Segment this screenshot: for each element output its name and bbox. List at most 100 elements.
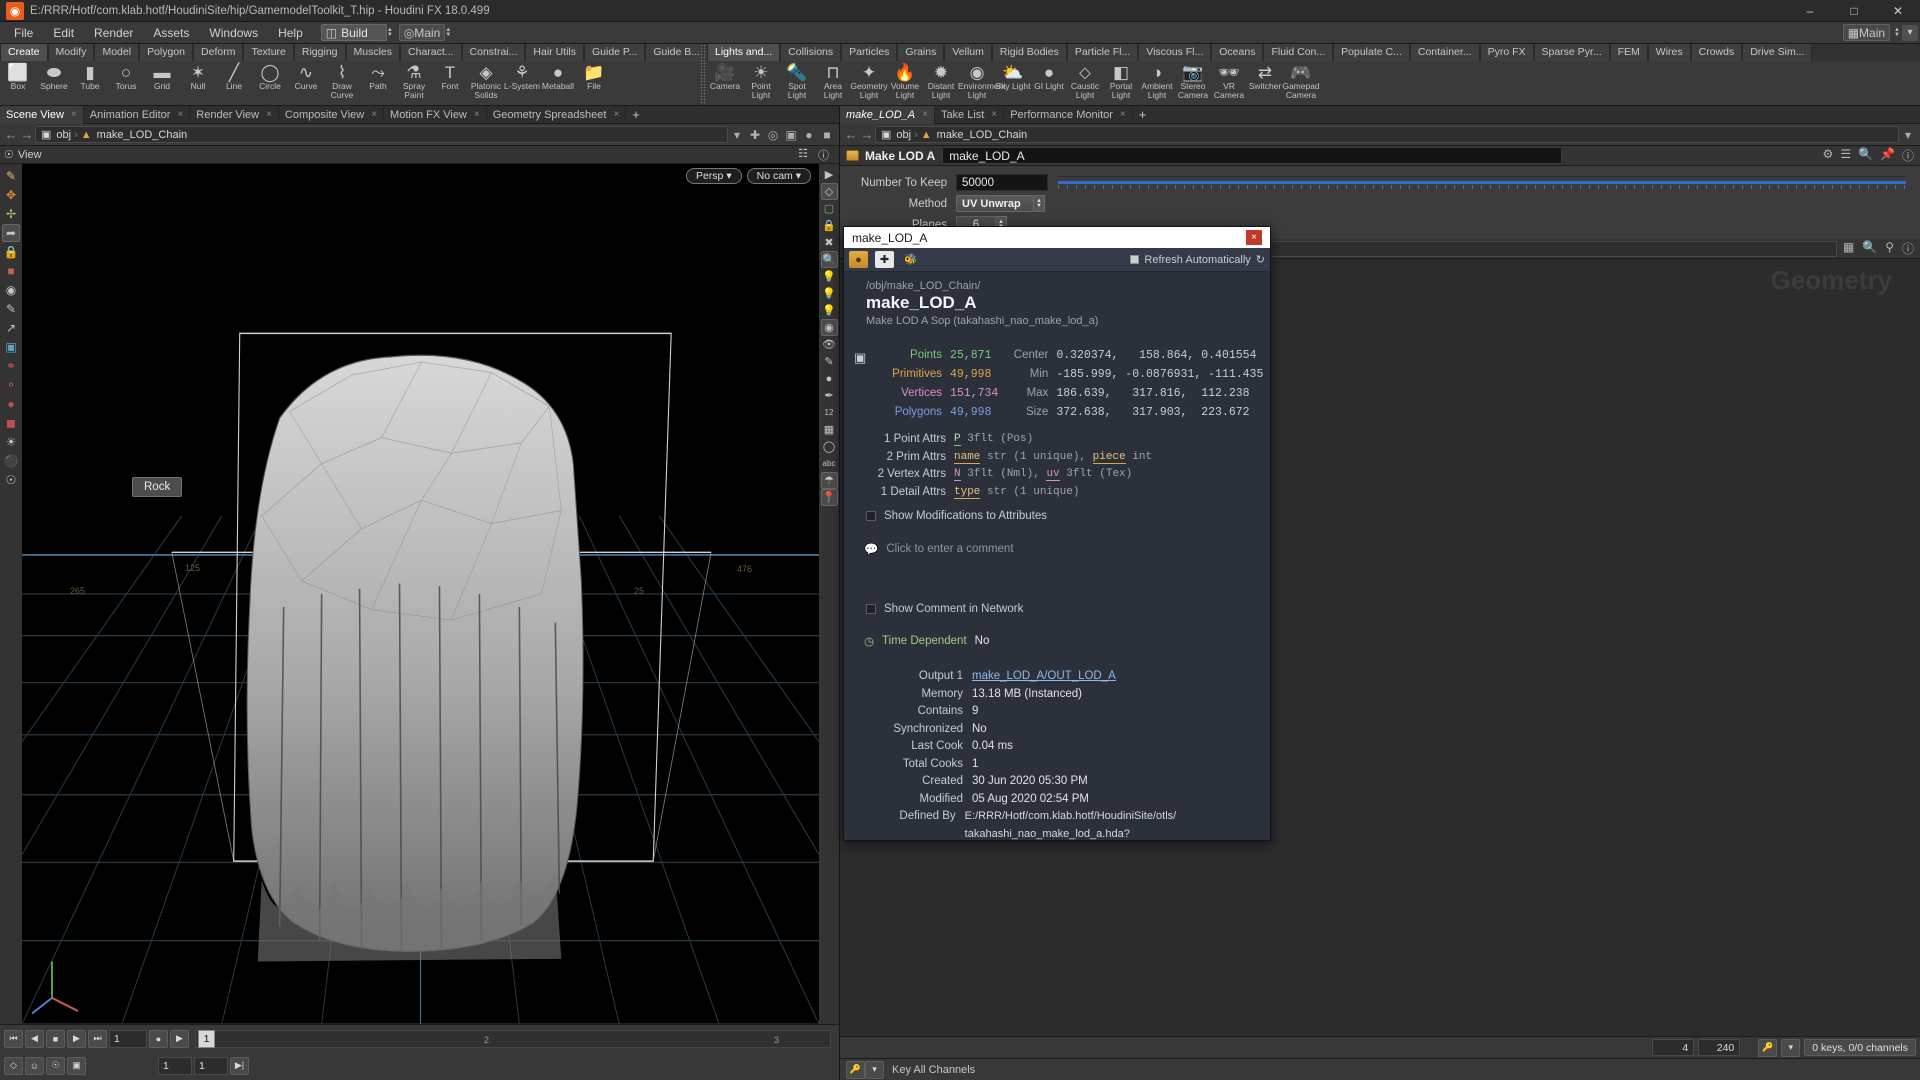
shelf-tab-create[interactable]: Create <box>0 44 48 61</box>
shelf-tab-hair-utils[interactable]: Hair Utils <box>525 44 584 61</box>
shelf-tool-curve[interactable]: ∿ Curve <box>288 63 324 105</box>
range-end-field[interactable]: 1 <box>194 1056 228 1075</box>
shelf-tool-font[interactable]: T Font <box>432 63 468 105</box>
detail-value[interactable]: make_LOD_A/OUT_LOD_A <box>972 668 1116 686</box>
select-icon[interactable]: ✎ <box>2 167 20 185</box>
channel-end-field[interactable]: 240 <box>1698 1039 1741 1056</box>
shelf-tab-guide-b[interactable]: Guide B... <box>645 44 700 61</box>
shelf-tab-populate-c[interactable]: Populate C... <box>1333 44 1410 61</box>
shelf-grip[interactable] <box>700 44 707 105</box>
shelf-tool-volume-light[interactable]: 🔥 Volume Light <box>887 63 923 105</box>
right-main-spinner[interactable]: ▲ ▼ <box>1894 27 1900 38</box>
arrow-left-icon[interactable]: ← <box>843 127 859 142</box>
bulb-blue-icon[interactable]: 💡 <box>821 302 838 319</box>
shelf-tab-constrai[interactable]: Constrai... <box>461 44 526 61</box>
close-icon[interactable]: × <box>613 109 619 120</box>
show-comment-row[interactable]: Show Comment in Network <box>844 563 1270 620</box>
current-frame-field[interactable]: 1 <box>109 1029 147 1048</box>
chevron-down-icon[interactable]: ▾ <box>1899 128 1917 142</box>
autokey-button[interactable]: ▶ <box>170 1029 189 1048</box>
viewport-layout-icon[interactable]: ☷ <box>798 147 808 163</box>
shelf-tool-camera[interactable]: 🎥 Camera <box>707 63 743 105</box>
chevron-down-icon[interactable]: ▾ <box>728 128 746 142</box>
shelf-tab-viscous-fl[interactable]: Viscous Fl... <box>1138 44 1212 61</box>
key-icon[interactable]: ◇ <box>4 1056 23 1075</box>
attribute-name[interactable]: type <box>954 485 981 499</box>
shelf-tool-spot-light[interactable]: 🔦 Spot Light <box>779 63 815 105</box>
sculpt-icon[interactable]: ■ <box>2 262 20 280</box>
goto-end-button[interactable]: ⏭ <box>88 1029 107 1048</box>
point-icon[interactable]: ● <box>800 128 818 142</box>
chevron-down-icon[interactable]: ▾ <box>1781 1038 1801 1057</box>
close-icon[interactable]: × <box>474 109 480 120</box>
shelf-tab-oceans[interactable]: Oceans <box>1211 44 1264 61</box>
crosshair-icon[interactable]: ✚ <box>746 128 764 142</box>
shelf-tab-rigging[interactable]: Rigging <box>293 44 346 61</box>
info-bubble-icon[interactable]: ● <box>849 251 868 268</box>
shelf-tool-line[interactable]: ╱ Line <box>216 63 252 105</box>
view-icon[interactable]: ☉ <box>2 471 20 489</box>
desktop-spinner[interactable]: ▲ ▼ <box>387 27 393 38</box>
square-icon[interactable]: ■ <box>818 128 836 142</box>
attribute-name[interactable]: uv <box>1046 468 1060 481</box>
network-icon[interactable]: ▦ <box>1843 240 1854 257</box>
lock-icon[interactable]: 🔒 <box>2 243 20 261</box>
frame-indicator[interactable]: 1 <box>198 1029 215 1048</box>
shelf-tab-fem[interactable]: FEM <box>1609 44 1648 61</box>
viewport-layout-selector[interactable]: ◎ Main <box>398 24 446 41</box>
goto-start-button[interactable]: ⏮ <box>4 1029 23 1048</box>
eye-icon[interactable]: 👁 <box>821 336 838 353</box>
arrow-right-icon[interactable]: → <box>19 127 35 142</box>
material-icon[interactable]: ▣ <box>2 338 20 356</box>
left-tab-scene-view[interactable]: Scene View × <box>0 105 84 124</box>
param-input-number-to-keep[interactable]: 50000 <box>956 174 1048 191</box>
shelf-tool-platonic-solids[interactable]: ◈ Platonic Solids <box>468 63 504 105</box>
shelf-tool-spray-paint[interactable]: ⚗ Spray Paint <box>396 63 432 105</box>
node-info-popup[interactable]: make_LOD_A × ● ✚ 🐝 Refresh Automatically… <box>843 226 1271 841</box>
num12-icon[interactable]: 12 <box>821 404 838 421</box>
shelf-tab-container[interactable]: Container... <box>1409 44 1480 61</box>
shelf-tab-collisions[interactable]: Collisions <box>780 44 842 61</box>
xray-icon[interactable]: ▢ <box>821 200 838 217</box>
close-icon[interactable]: × <box>922 109 928 120</box>
sphere-tool-icon[interactable]: ⚫ <box>2 452 20 470</box>
shelf-tab-muscles[interactable]: Muscles <box>345 44 401 61</box>
abc-icon[interactable]: abc <box>821 455 838 472</box>
pin-icon[interactable]: 📌 <box>1880 147 1895 164</box>
camera-icon[interactable]: ◉ <box>820 319 838 336</box>
attribute-name[interactable]: name <box>954 450 981 464</box>
brush-icon[interactable]: ◉ <box>2 281 20 299</box>
shelf-tool-vr-camera[interactable]: 🕶 VR Camera <box>1211 63 1247 105</box>
right-tab-performance-monitor[interactable]: Performance Monitor × <box>1004 105 1133 124</box>
search-icon[interactable]: 🔍 <box>1862 240 1877 257</box>
chevron-down-icon[interactable]: ▾ <box>1902 24 1918 41</box>
camera-selector[interactable]: No cam ▾ <box>746 168 811 184</box>
help-icon[interactable]: ⓘ <box>818 147 829 163</box>
pen-icon[interactable]: ✒ <box>821 387 838 404</box>
shelf-tab-model[interactable]: Model <box>94 44 140 61</box>
shelf-tool-path[interactable]: ⤳ Path <box>360 63 396 105</box>
snap-icon[interactable]: ⚬ <box>2 376 20 394</box>
close-button[interactable]: ✕ <box>1876 0 1920 22</box>
help-icon[interactable]: ⓘ <box>1902 147 1914 164</box>
minimize-button[interactable]: – <box>1788 0 1832 22</box>
right-add-tab-button[interactable]: + <box>1133 106 1153 124</box>
snap2-icon[interactable]: ◯ <box>821 438 838 455</box>
show-modifications-checkbox[interactable] <box>866 511 876 521</box>
desktop-selector[interactable]: ◫ Build <box>320 24 387 41</box>
grid2-icon[interactable]: ▦ <box>821 421 838 438</box>
close-icon[interactable]: × <box>1246 230 1262 245</box>
close-icon[interactable]: × <box>1120 109 1126 120</box>
auto-key-icon[interactable]: ☺ <box>25 1056 44 1075</box>
play-button[interactable]: ▶ <box>67 1029 86 1048</box>
bulb-green-icon[interactable]: 💡 <box>821 285 838 302</box>
show-comment-checkbox[interactable] <box>866 604 876 614</box>
lock-icon[interactable]: 🔒 <box>821 217 838 234</box>
param-slider-number-to-keep[interactable] <box>1058 176 1906 189</box>
deform-icon[interactable]: ◼ <box>2 414 20 432</box>
shelf-tab-charact[interactable]: Charact... <box>400 44 462 61</box>
shelf-tool-grid[interactable]: ▬ Grid <box>144 63 180 105</box>
left-add-tab-button[interactable]: + <box>626 106 646 124</box>
viewport-3d[interactable]: Persp ▾ No cam ▾ Rock 265 125 25 476 <box>22 164 819 1024</box>
shelf-tool-ambient-light[interactable]: ◑ Ambient Light <box>1139 63 1175 105</box>
